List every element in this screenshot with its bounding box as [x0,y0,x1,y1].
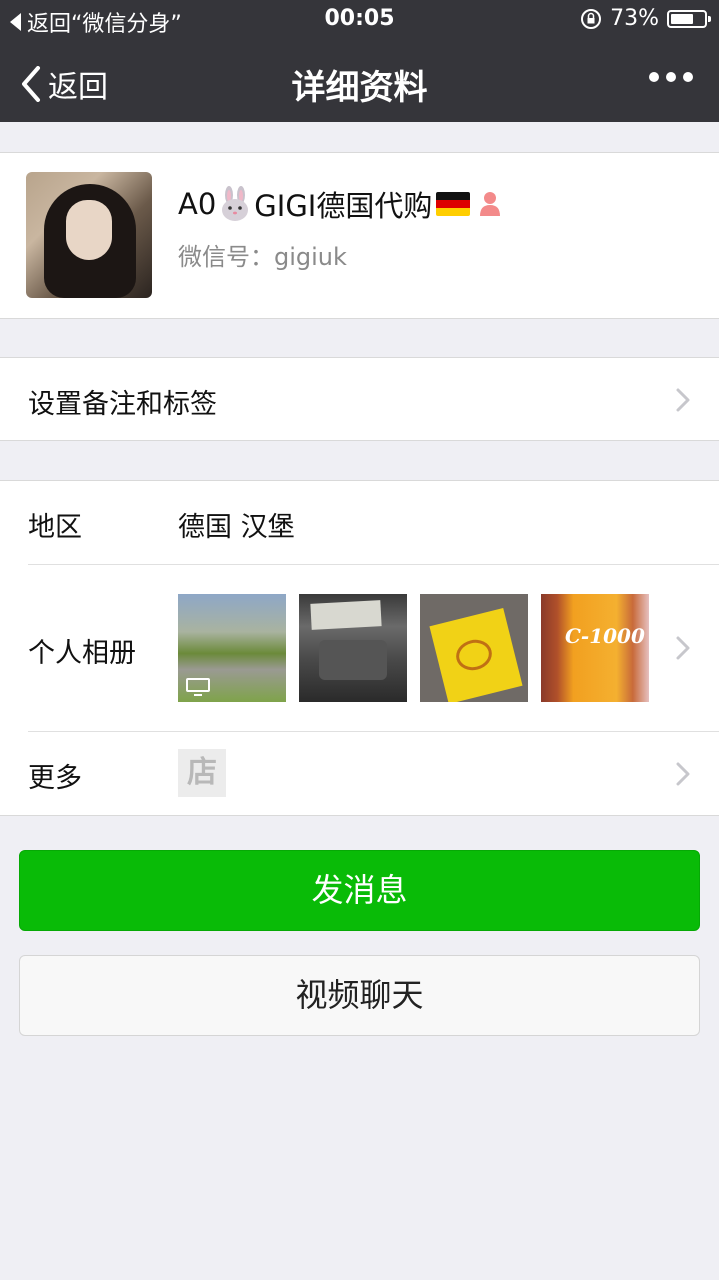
album-thumbnail[interactable] [178,594,286,702]
remark-label: 设置备注和标签 [28,389,217,420]
wechat-id: 微信号：gigiuk [178,243,347,271]
thumb-label: C-1000 [565,624,645,648]
chevron-right-icon [676,388,690,412]
rotation-lock-icon [581,8,602,29]
avatar-face [66,200,112,260]
profile-name: A0 GIGI德国代购 [178,183,502,225]
battery-nub [708,15,711,22]
more-options-button[interactable] [649,72,693,82]
top-bar: 返回“微信分身” 00:05 73% 返回 详细资料 [0,0,719,122]
germany-flag-icon [436,192,471,216]
thumb-detail [319,640,387,680]
album-label: 个人相册 [28,638,136,669]
dot-icon [683,72,693,82]
more-label: 更多 [28,763,82,794]
chevron-right-icon [676,636,690,660]
send-message-button[interactable]: 发消息 [19,850,700,931]
more-row[interactable]: 更多 店 [0,732,719,816]
battery-fill [671,13,694,24]
region-row: 地区 德国 汉堡 [0,481,719,564]
region-value: 德国 汉堡 [178,512,295,543]
status-right: 73% [580,6,711,31]
video-chat-button[interactable]: 视频聊天 [19,955,700,1036]
shop-icon: 店 [178,749,226,797]
album-thumbnail[interactable]: C-1000 [541,594,649,702]
album-thumbnail[interactable] [420,594,528,702]
name-main: GIGI德国代购 [254,189,433,223]
album-thumbnail[interactable] [299,594,407,702]
video-icon [186,678,210,696]
chevron-right-icon [676,762,690,786]
nav-bar: 返回 详细资料 [0,40,719,122]
female-gender-icon [480,192,501,216]
profile-card: A0 GIGI德国代购 微信号：gigiuk [0,152,719,319]
dot-icon [666,72,676,82]
dot-icon [649,72,659,82]
name-prefix: A0 [178,187,217,221]
region-label: 地区 [28,512,82,543]
status-bar: 返回“微信分身” 00:05 73% [0,0,719,40]
rabbit-emoji-icon [222,186,249,221]
personal-album-row[interactable]: 个人相册 C-1000 [0,565,719,731]
avatar[interactable] [26,172,152,298]
battery-percent: 73% [610,6,659,31]
page-title: 详细资料 [291,68,428,108]
thumb-detail [310,600,382,630]
info-card: 地区 德国 汉堡 个人相册 C-1000 更多 店 [0,480,719,816]
set-remark-and-tags-row[interactable]: 设置备注和标签 [0,357,719,441]
battery-icon [667,9,711,28]
